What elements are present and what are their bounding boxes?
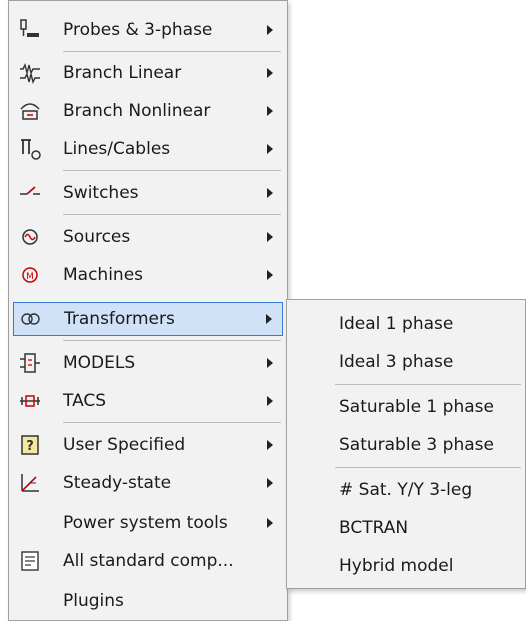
lines-cables-icon (17, 136, 43, 162)
chevron-right-icon (267, 144, 273, 154)
chevron-right-icon (266, 314, 272, 324)
machine-icon: M (17, 262, 43, 288)
menu-item-user-specified[interactable]: ? User Specified (13, 428, 283, 462)
branch-nonlinear-icon (17, 98, 43, 124)
chevron-right-icon (267, 478, 273, 488)
menu-separator (335, 467, 521, 468)
transformer-icon (18, 306, 44, 332)
tacs-icon (17, 388, 43, 414)
submenu-item-ideal-1-phase[interactable]: Ideal 1 phase (287, 307, 525, 341)
submenu-item-bctran[interactable]: BCTRAN (287, 511, 525, 545)
submenu-item-sat-yy-3-leg[interactable]: # Sat. Y/Y 3-leg (287, 473, 525, 507)
menu-separator (335, 384, 521, 385)
switch-icon (17, 180, 43, 206)
menu-item-machines[interactable]: M Machines (13, 258, 283, 292)
submenu-item-hybrid-model[interactable]: Hybrid model (287, 549, 525, 583)
chevron-right-icon (267, 232, 273, 242)
menu-item-sources[interactable]: Sources (13, 220, 283, 254)
menu-separator (63, 51, 281, 52)
svg-text:M: M (26, 272, 34, 282)
branch-linear-icon (17, 60, 43, 86)
user-specified-icon: ? (17, 432, 43, 458)
submenu-item-ideal-3-phase[interactable]: Ideal 3 phase (287, 345, 525, 379)
probe-icon (17, 17, 43, 43)
menu-item-steady-state[interactable]: Steady-state (13, 466, 283, 500)
source-icon (17, 224, 43, 250)
menu-item-models[interactable]: MODELS (13, 346, 283, 380)
menu-item-power-system-tools[interactable]: Power system tools (13, 506, 283, 540)
menu-separator (63, 214, 281, 215)
menu-item-branch-linear[interactable]: Branch Linear (13, 56, 283, 90)
menu-item-probes[interactable]: Probes & 3-phase (13, 13, 283, 47)
transformers-submenu: Ideal 1 phase Ideal 3 phase Saturable 1 … (286, 299, 526, 589)
menu-separator (63, 170, 281, 171)
menu-item-transformers[interactable]: Transformers (13, 302, 283, 336)
chevron-right-icon (267, 106, 273, 116)
menu-item-branch-nonlinear[interactable]: Branch Nonlinear (13, 94, 283, 128)
menu-item-switches[interactable]: Switches (13, 176, 283, 210)
menu-item-plugins[interactable]: Plugins (13, 584, 283, 618)
chevron-right-icon (267, 440, 273, 450)
submenu-item-saturable-3-phase[interactable]: Saturable 3 phase (287, 428, 525, 462)
submenu-item-saturable-1-phase[interactable]: Saturable 1 phase (287, 390, 525, 424)
chevron-right-icon (267, 68, 273, 78)
models-icon (17, 350, 43, 376)
chevron-right-icon (267, 396, 273, 406)
chevron-right-icon (267, 270, 273, 280)
menu-item-lines-cables[interactable]: Lines/Cables (13, 132, 283, 166)
main-context-menu: Probes & 3-phase Branch Linear Branch No… (8, 0, 288, 621)
chevron-right-icon (267, 358, 273, 368)
menu-item-all-standard-comp[interactable]: All standard comp... (13, 544, 283, 578)
chevron-right-icon (267, 25, 273, 35)
steady-state-icon (17, 470, 43, 496)
chevron-right-icon (267, 188, 273, 198)
menu-separator (63, 422, 281, 423)
chevron-right-icon (267, 518, 273, 528)
menu-item-tacs[interactable]: TACS (13, 384, 283, 418)
menu-separator (63, 340, 281, 341)
svg-text:?: ? (26, 439, 34, 454)
document-icon (17, 548, 43, 574)
